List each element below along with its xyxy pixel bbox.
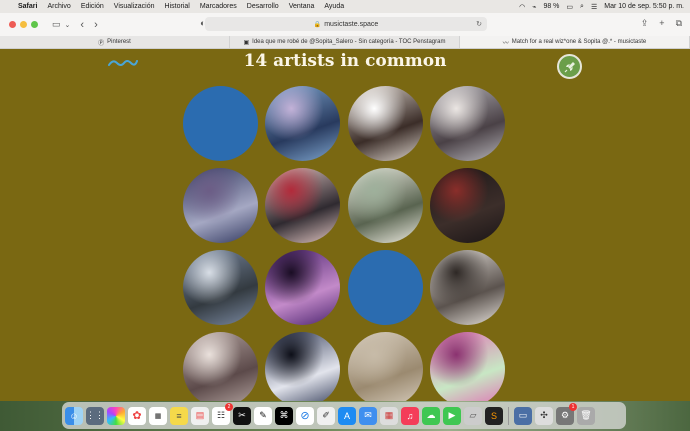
control-center-icon[interactable]: ☰: [591, 3, 597, 11]
capcut-icon[interactable]: ✂: [233, 406, 251, 425]
artist-image[interactable]: [348, 168, 423, 243]
reload-icon[interactable]: ↻: [476, 20, 482, 28]
close-window-button[interactable]: [9, 21, 16, 28]
photos-icon[interactable]: ✿: [128, 406, 146, 425]
menu-archivo[interactable]: Archivo: [47, 3, 70, 10]
artist-image[interactable]: [430, 332, 505, 401]
network-app-icon[interactable]: ✣: [535, 406, 553, 425]
rocket-icon: [564, 61, 575, 72]
notes-icon[interactable]: ≡: [170, 406, 188, 425]
artist-image[interactable]: [348, 86, 423, 161]
sublime-icon[interactable]: S: [485, 406, 503, 425]
artist-image[interactable]: [183, 250, 258, 325]
window-controls: [9, 21, 38, 28]
pages-icon[interactable]: ✐: [317, 406, 335, 425]
tab-penstagram[interactable]: ▣ Idea que me robé de @Sopita_Salero - S…: [230, 36, 460, 48]
pinterest-icon: Ⓟ: [98, 40, 105, 47]
wave-icon: 〰: [502, 40, 509, 47]
screen-app-icon[interactable]: ▭: [514, 406, 532, 425]
tab-bar: Ⓟ Pinterest ▣ Idea que me robé de @Sopit…: [0, 36, 690, 49]
tab-label: Idea que me robé de @Sopita_Salero - Sin…: [252, 39, 446, 45]
tab-musictaste[interactable]: 〰 Match for a real wiz*one & Sopita @.* …: [460, 36, 690, 48]
toolbar-right: ⇪ + ⧉: [641, 18, 682, 29]
artist-image[interactable]: [183, 86, 258, 161]
color-wheel-icon[interactable]: [107, 406, 125, 425]
zoom-window-button[interactable]: [31, 21, 38, 28]
artist-image[interactable]: [430, 250, 505, 325]
page-title: 14 artists in common: [243, 51, 447, 71]
search-icon[interactable]: ⌕: [580, 3, 584, 11]
wifi-icon[interactable]: ◠: [519, 3, 525, 11]
artist-image[interactable]: [430, 86, 505, 161]
menu-bar: Safari Archivo Edición Visualización His…: [0, 0, 690, 13]
tab-label: Pinterest: [107, 39, 131, 45]
safari-toolbar: ▭ ⌄ ‹ › ◐ 🔒 musictaste.space ↻ ⇪ + ⧉: [0, 13, 690, 36]
mail-icon[interactable]: ✉: [359, 406, 377, 425]
share-icon[interactable]: ⇪: [641, 18, 649, 29]
calendar-icon[interactable]: ▦: [149, 406, 167, 425]
menu-historial[interactable]: Historial: [165, 3, 190, 10]
artist-image[interactable]: [265, 332, 340, 401]
artist-image[interactable]: [265, 168, 340, 243]
artist-image[interactable]: [265, 250, 340, 325]
address-bar[interactable]: 🔒 musictaste.space ↻: [205, 17, 487, 31]
dock-separator: [508, 406, 509, 425]
menu-ayuda[interactable]: Ayuda: [324, 3, 344, 10]
artist-image[interactable]: [183, 332, 258, 401]
menu-ventana[interactable]: Ventana: [289, 3, 315, 10]
chevron-down-icon[interactable]: ⌄: [65, 21, 71, 29]
tab-pinterest[interactable]: Ⓟ Pinterest: [0, 36, 230, 48]
menu-clock[interactable]: Mar 10 de sep. 5:50 p. m.: [604, 3, 684, 10]
grid-app-icon[interactable]: ▦: [380, 406, 398, 425]
settings-icon[interactable]: ⚙ 1: [556, 402, 577, 425]
sidebar-toggle-icon[interactable]: ▭: [52, 19, 61, 30]
facetime-icon[interactable]: ▶: [443, 406, 461, 425]
minimize-window-button[interactable]: [20, 21, 27, 28]
messages-icon[interactable]: ☁: [422, 406, 440, 425]
page-icon: ▣: [243, 39, 250, 46]
menu-marcadores[interactable]: Marcadores: [200, 3, 237, 10]
battery-percent: 98 %: [543, 3, 560, 10]
artist-image[interactable]: [348, 332, 423, 401]
preview-icon[interactable]: ▤: [191, 406, 209, 425]
artist-image[interactable]: [183, 168, 258, 243]
keynote-icon[interactable]: ▱: [464, 406, 482, 425]
finder-icon[interactable]: ☺: [65, 406, 83, 425]
forward-button[interactable]: ›: [94, 19, 98, 31]
pen-app-icon[interactable]: ✎: [254, 406, 272, 425]
page-content: 14 artists in common: [0, 49, 690, 401]
artist-image[interactable]: [430, 168, 505, 243]
dock: ☺ ⋮⋮ ✿ ▦ ≡ ▤ ☷ 2 ✂ ✎ ⌘ ⊘ ✐ A ✉ ▦ ♫ ☁ ▶ ▱ …: [62, 402, 626, 429]
reminders-icon[interactable]: ☷ 2: [212, 402, 233, 425]
menu-app-name[interactable]: Safari: [18, 3, 37, 10]
battery-icon[interactable]: ▭: [566, 3, 573, 11]
menu-status-area: ◠ ⌁ 98 % ▭ ⌕ ☰ Mar 10 de sep. 5:50 p. m.: [519, 0, 684, 13]
trash-icon[interactable]: 🗑: [577, 406, 595, 425]
address-url: musictaste.space: [324, 20, 379, 28]
tab-overview-icon[interactable]: ⧉: [676, 18, 682, 29]
menu-desarrollo[interactable]: Desarrollo: [247, 3, 279, 10]
hotspot-icon[interactable]: ⌁: [532, 3, 536, 11]
artist-image[interactable]: [348, 250, 423, 325]
launchpad-icon[interactable]: ⋮⋮: [86, 406, 104, 425]
menu-edicion[interactable]: Edición: [81, 3, 104, 10]
new-tab-icon[interactable]: +: [659, 18, 664, 29]
safari-icon[interactable]: ⊘: [296, 406, 314, 425]
editor-app-icon[interactable]: ⌘: [275, 406, 293, 425]
back-button[interactable]: ‹: [80, 19, 84, 31]
share-button[interactable]: [557, 54, 582, 79]
settings-badge: 1: [569, 402, 577, 411]
menu-visualizacion[interactable]: Visualización: [114, 3, 155, 10]
reminders-badge: 2: [225, 402, 233, 411]
music-icon[interactable]: ♫: [401, 406, 419, 425]
app-store-icon[interactable]: A: [338, 406, 356, 425]
tab-label: Match for a real wiz*one & Sopita @.* - …: [511, 39, 647, 45]
artist-image[interactable]: [265, 86, 340, 161]
lock-icon: 🔒: [313, 21, 322, 28]
